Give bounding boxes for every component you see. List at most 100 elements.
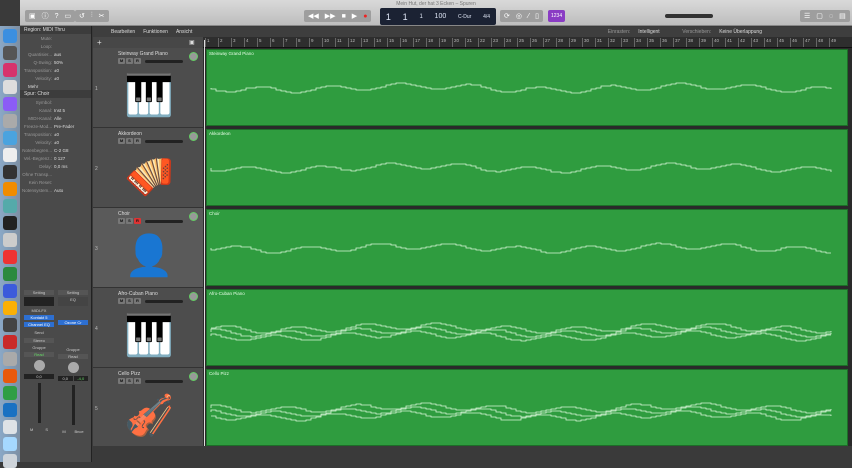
inspector-value[interactable]: C-2 G8 — [54, 148, 69, 153]
track-header[interactable]: Spur: Choir — [20, 90, 91, 98]
rewind-icon[interactable]: ◀◀ — [308, 12, 319, 20]
menu-ansicht[interactable]: Ansicht — [176, 29, 192, 35]
inspector-value[interactable]: Pre-Fader — [54, 124, 74, 129]
eq-thumbnail[interactable]: EQ — [58, 297, 88, 306]
inspector-row[interactable]: Velocity: ±0 — [20, 74, 91, 82]
inspector-row[interactable]: Velocity: ±0 — [20, 138, 91, 146]
inspector-value[interactable]: ±0 — [54, 76, 59, 81]
inspector-row[interactable]: MIDI-Kanal: Alle — [20, 114, 91, 122]
tracks-area[interactable]: Steinway Grand Piano Akkordeon Choir Afro-C… — [203, 48, 852, 446]
midi-region[interactable]: Cello Pizz — [206, 369, 848, 446]
dock-app-icon[interactable] — [3, 369, 17, 383]
track-name[interactable]: Akkordeon — [118, 131, 142, 137]
mute-button[interactable]: M — [118, 138, 125, 144]
mute-button[interactable]: M — [30, 427, 33, 432]
plugin-slot[interactable]: Channel EQ — [24, 322, 54, 327]
inspector-value[interactable]: Alle — [54, 116, 62, 121]
dock-app-icon[interactable] — [3, 250, 17, 264]
list-editor-icon[interactable]: ☰ — [804, 12, 810, 20]
library-icon[interactable]: ▣ — [29, 12, 36, 20]
dock-app-icon[interactable] — [3, 352, 17, 366]
lcd-display[interactable]: 1 1 1 100 C-Dur 4/4 — [380, 8, 496, 25]
ruler[interactable]: 1 2 3 4 5 6 7 8 9 10 11 12 13 14 15 16 17 18 19 20 21 22 23 24 2… — [203, 37, 852, 48]
track-header[interactable]: 4 Afro-Cuban Piano M S R 🎹 — [93, 288, 203, 368]
midi-region[interactable]: Choir — [206, 209, 848, 286]
inspector-row[interactable]: Delay: 0,0 ms — [20, 162, 91, 170]
metronome-icon[interactable]: ▯ — [535, 12, 539, 20]
track-header[interactable]: 1 Steinway Grand Piano M S R 🎹 — [93, 48, 203, 128]
inspector-row[interactable]: Ohne Transp... — [20, 170, 91, 178]
midi-region[interactable]: Afro-Cuban Piano — [206, 289, 848, 366]
undo-icon[interactable]: ↺ — [79, 12, 85, 20]
cycle-icon[interactable]: ⟳ — [504, 12, 510, 20]
record-enable-button[interactable]: R — [134, 298, 141, 304]
track-name[interactable]: Afro-Cuban Piano — [118, 291, 158, 297]
inspector-row[interactable]: Loop: — [20, 42, 91, 50]
dock-app-icon[interactable] — [3, 267, 17, 281]
volume-fader[interactable] — [37, 383, 41, 423]
inspector-value[interactable]: ±0 — [54, 132, 59, 137]
inspector-row[interactable]: Symbol: — [20, 98, 91, 106]
group-slot[interactable]: Gruppe — [24, 345, 54, 350]
inspector-value[interactable]: aus — [54, 52, 61, 57]
inspector-row[interactable]: Quantisier... aus — [20, 50, 91, 58]
pan-knob[interactable] — [33, 360, 45, 371]
move-select[interactable]: Keine Überlappung — [719, 29, 762, 35]
dock-app-icon[interactable] — [3, 301, 17, 315]
midi-fx-slot[interactable]: MIDI-FX — [24, 308, 54, 313]
dock-app-icon[interactable] — [3, 165, 17, 179]
notepad-icon[interactable]: ▢ — [816, 12, 823, 20]
track-name[interactable]: Cello Pizz — [118, 371, 140, 377]
dock-app-icon[interactable] — [3, 182, 17, 196]
solo-button[interactable]: S — [126, 298, 133, 304]
mute-button[interactable]: M — [118, 378, 125, 384]
menu-bearbeiten[interactable]: Bearbeiten — [111, 29, 135, 35]
eq-thumbnail[interactable] — [24, 297, 54, 306]
track-header[interactable]: 5 Cello Pizz M S R 🎻 — [93, 368, 203, 448]
record-enable-button[interactable]: R — [134, 218, 141, 224]
record-enable-button[interactable]: R — [134, 378, 141, 384]
inspector-row[interactable]: Vel.-Begrenz.: 0 127 — [20, 154, 91, 162]
solo-button[interactable]: S — [126, 218, 133, 224]
mute-button[interactable]: M — [118, 218, 125, 224]
setting-button[interactable]: Setting — [24, 290, 54, 295]
dock-app-icon[interactable] — [3, 97, 17, 111]
inspector-icon[interactable]: ⓘ — [42, 11, 49, 21]
output-slot[interactable]: Stereo — [24, 338, 54, 343]
inspector-value[interactable]: 0,0 ms — [54, 164, 68, 169]
solo-button[interactable]: S — [126, 378, 133, 384]
solo-button[interactable]: S — [126, 58, 133, 64]
track-volume-slider[interactable] — [145, 60, 183, 63]
dock-app-icon[interactable] — [3, 114, 17, 128]
pan-knob[interactable] — [189, 212, 198, 221]
track-name[interactable]: Steinway Grand Piano — [118, 51, 168, 57]
mute-button[interactable]: M — [62, 429, 65, 434]
volume-fader[interactable] — [71, 385, 75, 425]
automation-mode[interactable]: Read — [58, 354, 88, 359]
playhead[interactable] — [204, 40, 205, 462]
inspector-row[interactable]: Notenbegren... C-2 G8 — [20, 146, 91, 154]
browser-icon[interactable]: ▤ — [839, 12, 846, 20]
inspector-row[interactable]: Kein Reset: — [20, 178, 91, 186]
editors-icon[interactable]: ▭ — [65, 12, 72, 20]
solo-button[interactable]: S — [126, 138, 133, 144]
solo-button[interactable]: S — [45, 427, 48, 432]
menu-funktionen[interactable]: Funktionen — [143, 29, 168, 35]
loops-icon[interactable]: ◌ — [829, 13, 833, 20]
midi-region[interactable]: Akkordeon — [206, 129, 848, 206]
inspector-value[interactable]: 50% — [54, 60, 63, 65]
stop-icon[interactable]: ■ — [342, 13, 346, 20]
dock-app-icon[interactable] — [3, 29, 17, 43]
forward-icon[interactable]: ▶▶ — [325, 12, 336, 20]
dock-app-icon[interactable] — [3, 131, 17, 145]
pan-knob[interactable] — [189, 292, 198, 301]
tuner-icon[interactable]: ◎ — [516, 12, 522, 20]
track-header[interactable]: 3 Choir M S R 👤 — [93, 208, 203, 288]
record-enable-button[interactable]: R — [134, 138, 141, 144]
group-slot[interactable]: Gruppe — [58, 347, 88, 352]
mute-button[interactable]: M — [118, 298, 125, 304]
pan-knob[interactable] — [189, 52, 198, 61]
pan-knob[interactable] — [189, 132, 198, 141]
master-volume-slider[interactable] — [665, 14, 713, 18]
count-in-button[interactable]: 1234 — [548, 10, 566, 22]
